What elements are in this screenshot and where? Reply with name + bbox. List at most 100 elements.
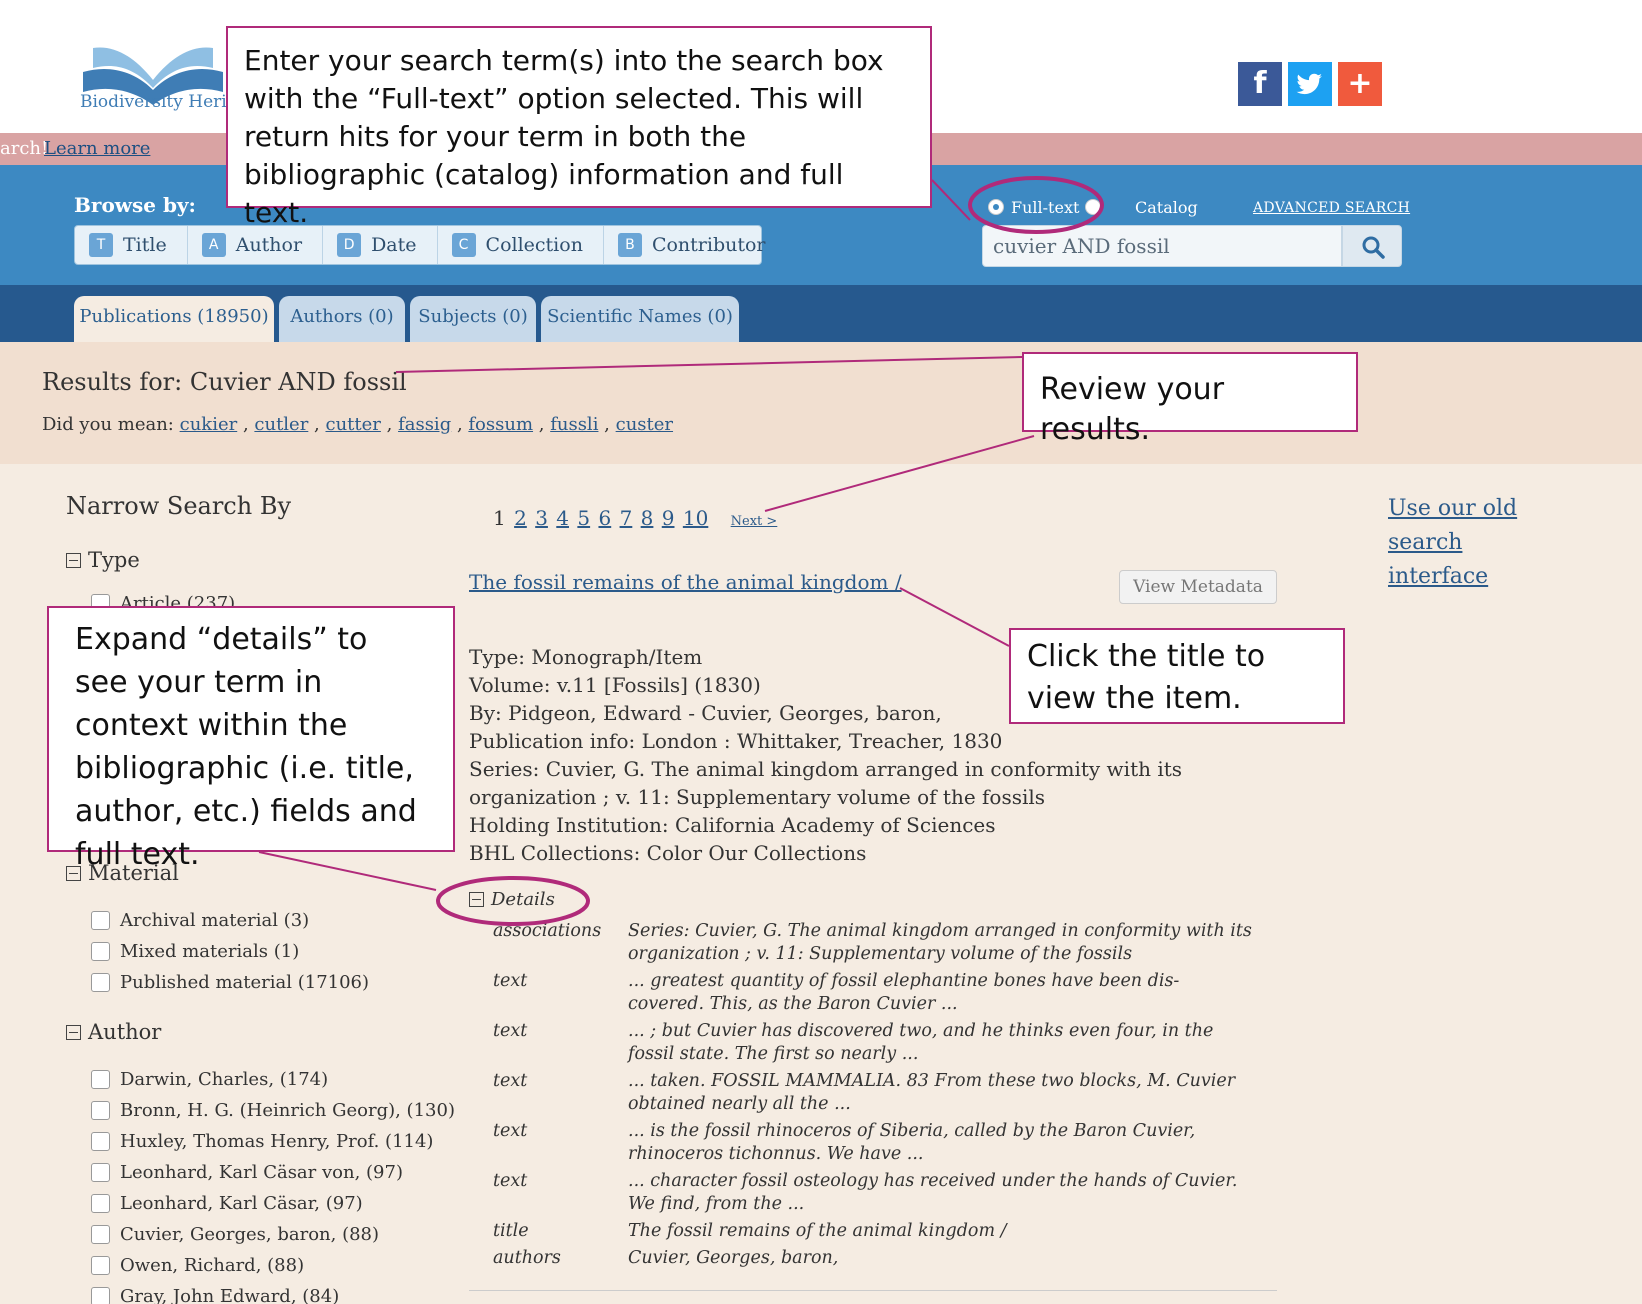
page-link[interactable]: 3 [535,506,548,530]
browse-collection-button[interactable]: C Collection [438,226,604,264]
suggestion-link[interactable]: cutler [254,414,308,435]
page-link[interactable]: 7 [620,506,633,530]
checkbox[interactable] [91,1287,110,1304]
suggestion-link[interactable]: cukier [180,414,238,435]
details-value: ... ; but Cuvier has discovered two, and… [628,1021,1214,1064]
details-connector [258,851,437,891]
facet-author-item[interactable]: Cuvier, Georges, baron, (88) [91,1224,379,1245]
results-tabs: Publications (18950) Authors (0) Subject… [0,285,1642,342]
page-current: 1 [493,506,506,530]
suggestion-link[interactable]: custer [616,414,673,435]
page-link[interactable]: 5 [577,506,590,530]
checkbox[interactable] [91,1194,110,1213]
details-toggle[interactable]: Details [469,889,555,910]
facet-item-label: Leonhard, Karl Cäsar, (97) [120,1193,363,1214]
browse-date-label: Date [371,234,417,256]
details-value: ... greatest quantity of fossil elephant… [628,971,1180,1014]
facet-item-label: Archival material (3) [120,910,310,931]
facet-author-item[interactable]: Huxley, Thomas Henry, Prof. (114) [91,1131,433,1152]
details-row: text ... taken. FOSSIL MAMMALIA. 83 From … [493,1070,1253,1116]
twitter-icon[interactable] [1288,62,1332,106]
details-key: text [493,971,528,991]
details-row: title The fossil remains of the animal ki… [493,1220,1253,1243]
browse-title-button[interactable]: T Title [75,226,188,264]
facet-author-item[interactable]: Leonhard, Karl Cäsar von, (97) [91,1162,403,1183]
details-value: Series: Cuvier, G. The animal kingdom ar… [628,921,1252,964]
facet-author-item[interactable]: Owen, Richard, (88) [91,1255,304,1276]
fulltext-label: Full-text [1011,198,1080,217]
checkbox[interactable] [91,1101,110,1120]
page-link[interactable]: 10 [683,506,708,530]
checkbox[interactable] [91,1256,110,1275]
facet-type-toggle[interactable]: Type [66,548,140,572]
facet-material-item[interactable]: Published material (17106) [91,972,369,993]
facet-author-item[interactable]: Bronn, H. G. (Heinrich Georg), (130) [91,1100,455,1121]
checkbox[interactable] [91,1070,110,1089]
logo-text: Biodiversity Heri [80,92,227,112]
suggestion-link[interactable]: fassig [398,414,451,435]
result-title-link[interactable]: The fossil remains of the animal kingdom… [469,570,902,594]
search-instruction-callout: Enter your search term(s) into the searc… [226,26,932,229]
learn-more-link[interactable]: Learn more [44,133,150,165]
facebook-icon[interactable]: f [1238,62,1282,106]
details-row: text ... ; but Cuvier has discovered two,… [493,1020,1253,1066]
checkbox[interactable] [91,973,110,992]
page-link[interactable]: 9 [662,506,675,530]
facet-material-item[interactable]: Archival material (3) [91,910,309,931]
details-key: text [493,1071,528,1091]
browse-contributor-label: Contributor [651,234,766,256]
details-row: text ... character fossil osteology has r… [493,1170,1253,1216]
browse-contributor-button[interactable]: B Contributor [604,226,786,264]
checkbox[interactable] [91,942,110,961]
facet-author-item[interactable]: Gray, John Edward, (84) [91,1286,339,1304]
checkbox[interactable] [91,1225,110,1244]
browse-title-label: Title [123,234,167,256]
facet-item-label: Bronn, H. G. (Heinrich Georg), (130) [120,1100,455,1121]
page-link[interactable]: 2 [514,506,527,530]
suggestion-link[interactable]: fussli [550,414,598,435]
collapse-icon [66,1024,81,1040]
checkbox[interactable] [91,1163,110,1182]
search-button[interactable] [1342,225,1402,267]
narrow-search-title: Narrow Search By [66,492,292,520]
browse-author-label: Author [235,234,303,256]
did-you-mean-label: Did you mean: [42,414,174,435]
details-row: text ... is the fossil rhinoceros of Sibe… [493,1120,1253,1166]
suggestion-link[interactable]: fossum [468,414,533,435]
results-title: Results for: Cuvier AND fossil [42,368,407,396]
search-input[interactable]: cuvier AND fossil [982,225,1342,267]
facet-item-label: Cuvier, Georges, baron, (88) [120,1224,380,1245]
suggestion-link[interactable]: cutter [325,414,380,435]
browse-label: Browse by: [74,193,196,217]
facet-material-item[interactable]: Mixed materials (1) [91,941,299,962]
date-icon: D [337,233,362,257]
tab-publications[interactable]: Publications (18950) [74,296,274,342]
checkbox[interactable] [91,911,110,930]
tab-authors[interactable]: Authors (0) [279,296,405,342]
facet-author-toggle[interactable]: Author [66,1020,161,1044]
page-link[interactable]: 6 [598,506,611,530]
old-search-link[interactable]: Use our old search interface [1388,492,1568,594]
tab-scientific-names[interactable]: Scientific Names (0) [541,296,739,342]
tab-subjects[interactable]: Subjects (0) [410,296,536,342]
checkbox[interactable] [91,1132,110,1151]
details-key: text [493,1171,528,1191]
details-key: authors [493,1248,561,1268]
view-metadata-button[interactable]: View Metadata [1119,570,1277,604]
result-holding: Holding Institution: California Academy … [469,813,996,837]
pagination: 1 2 3 4 5 6 7 8 9 10 Next > [493,506,777,530]
page-link[interactable]: 8 [641,506,654,530]
browse-date-button[interactable]: D Date [323,226,438,264]
page-link[interactable]: 4 [556,506,569,530]
plus-icon[interactable]: + [1338,62,1382,106]
browse-collection-label: Collection [485,234,583,256]
next-page-link[interactable]: Next > [731,514,778,529]
facet-author-item[interactable]: Leonhard, Karl Cäsar, (97) [91,1193,363,1214]
details-value: ... character fossil osteology has recei… [628,1171,1238,1214]
catalog-radio[interactable] [1085,199,1101,215]
fulltext-radio[interactable] [988,199,1004,215]
advanced-search-link[interactable]: ADVANCED SEARCH [1253,200,1410,216]
browse-button-group: T Title A Author D Date C Collection B Contri… [74,225,766,265]
facet-author-item[interactable]: Darwin, Charles, (174) [91,1069,328,1090]
results-header: Results for: Cuvier AND fossil Did you m… [0,342,1642,464]
